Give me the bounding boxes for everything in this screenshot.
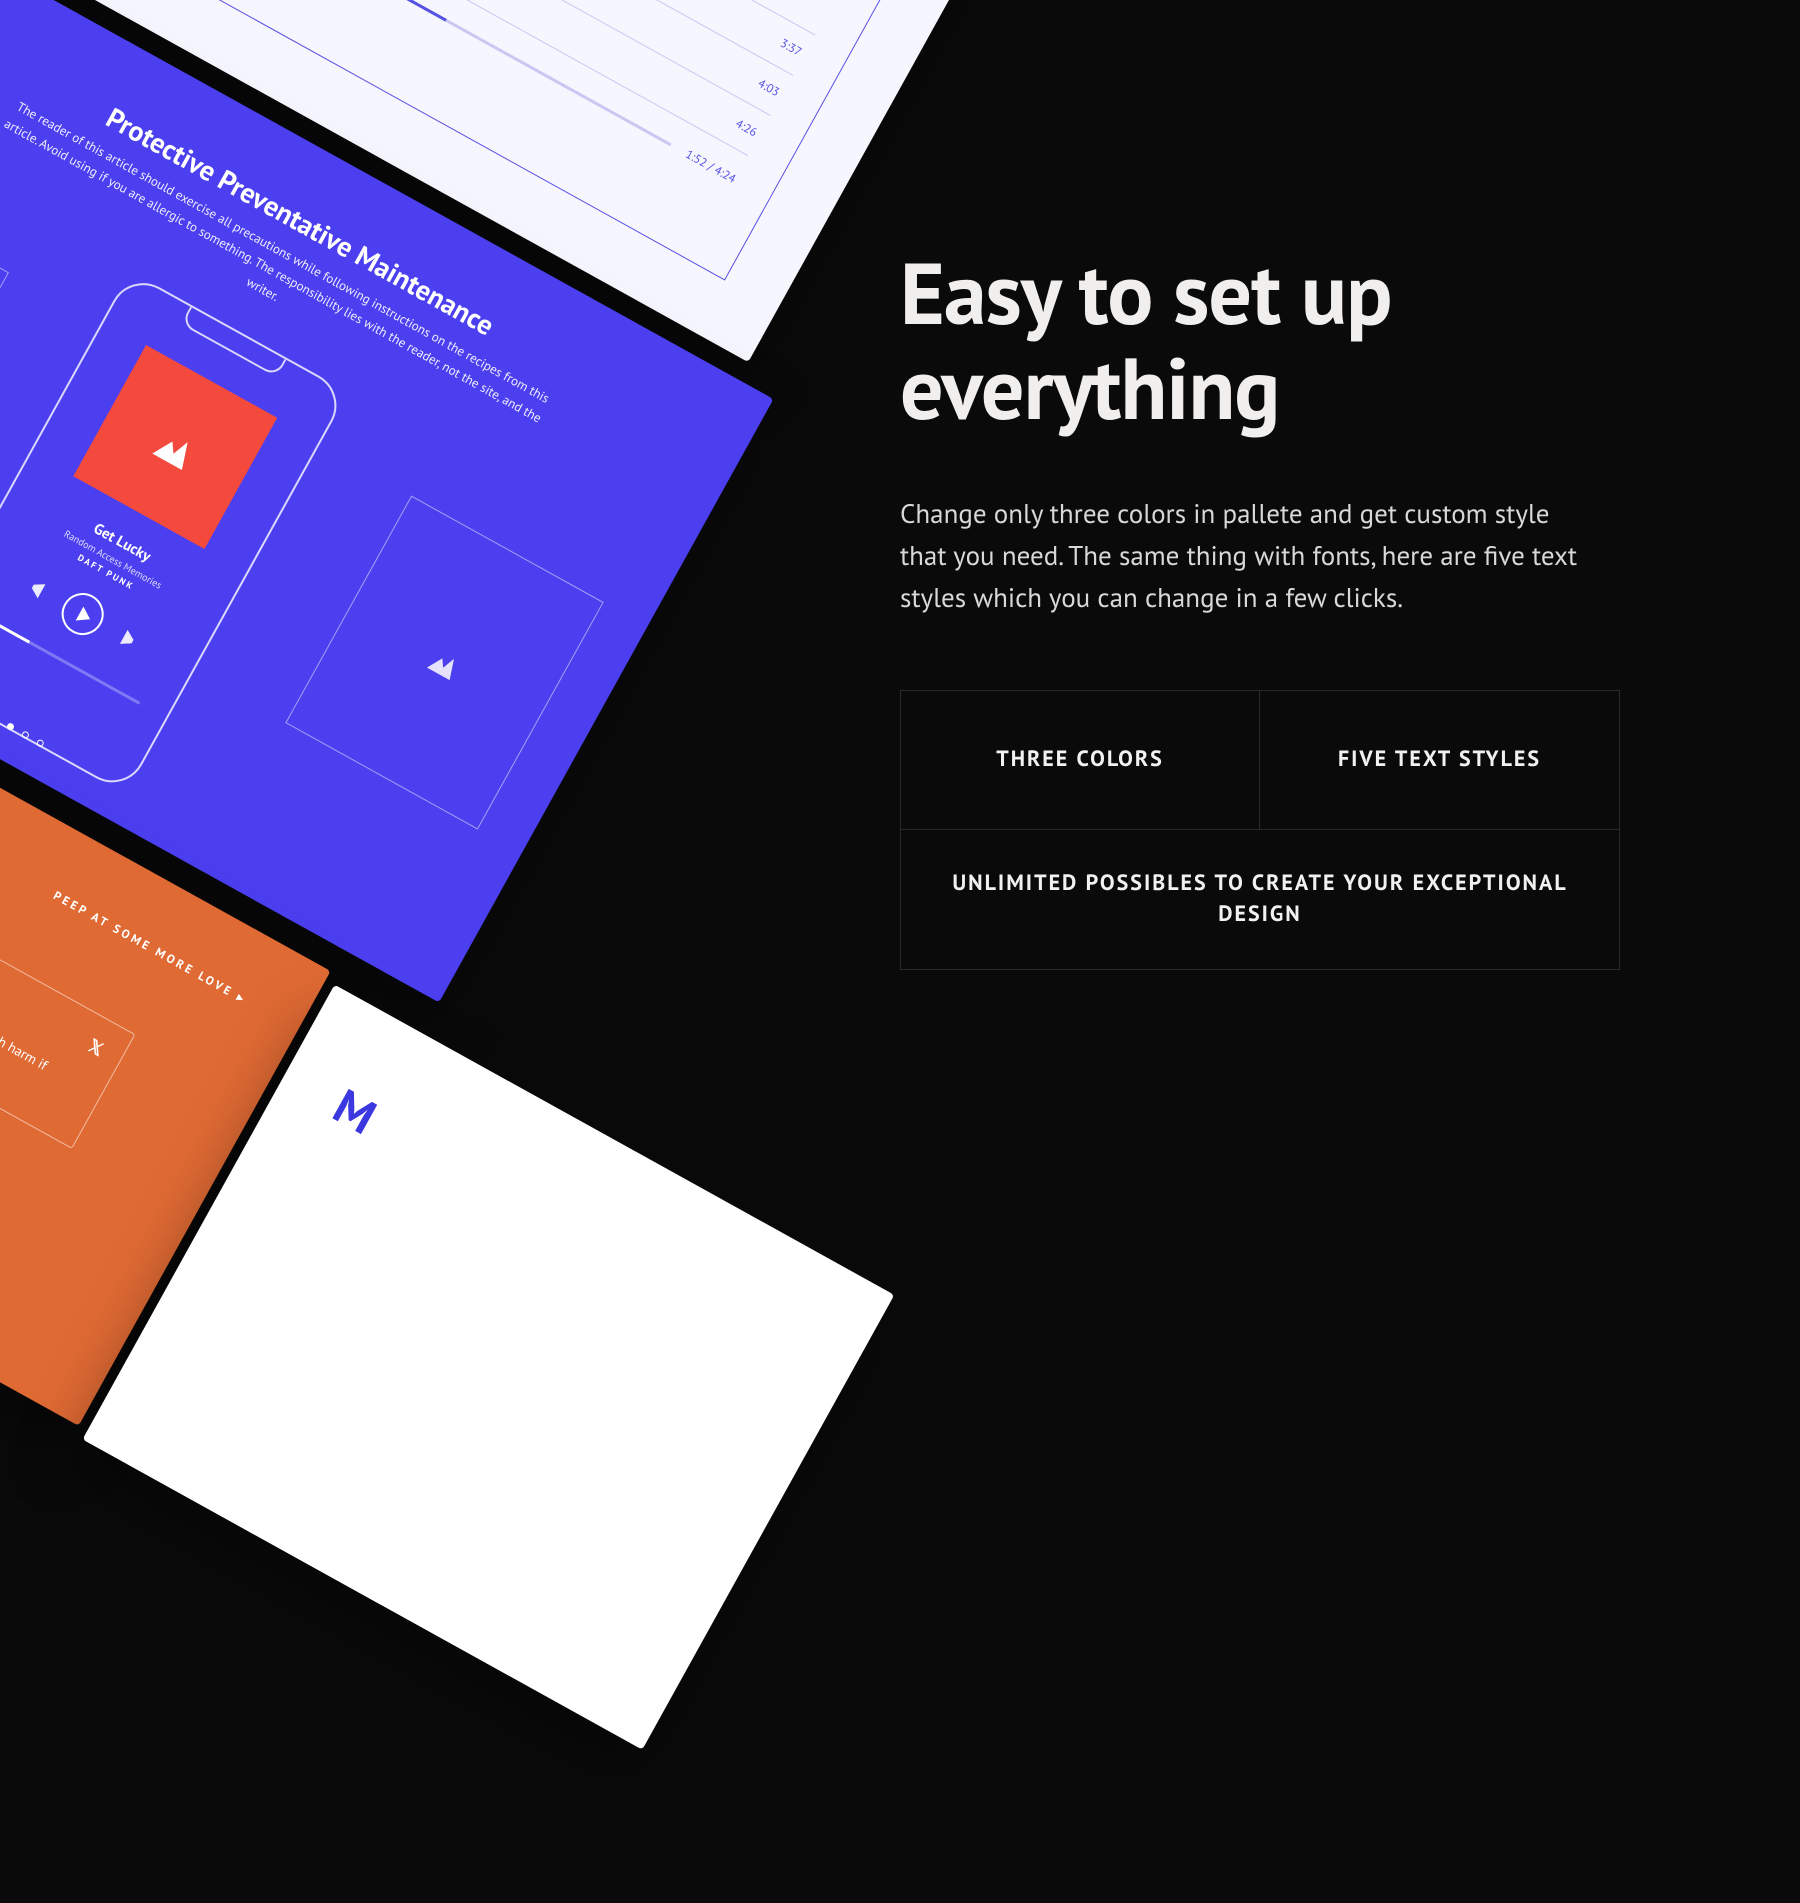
track-duration: 3:37 bbox=[777, 36, 804, 60]
side-card-right bbox=[285, 496, 603, 830]
twitter-icon: 𝕏 bbox=[84, 1034, 108, 1061]
album-cover bbox=[73, 345, 277, 549]
track-duration: 4:03 bbox=[755, 76, 782, 100]
feature-five-text-styles: FIVE TEXT STYLES bbox=[1260, 690, 1620, 830]
track-duration: 4:26 bbox=[733, 116, 760, 140]
next-icon bbox=[120, 630, 142, 652]
testimonial-body: This condition may not cause too much ha… bbox=[0, 921, 82, 1112]
image-icon bbox=[427, 645, 462, 680]
phone-notch bbox=[180, 307, 286, 378]
prev-icon bbox=[24, 576, 46, 598]
side-card-left bbox=[0, 166, 9, 500]
peep-link: PEEP AT SOME MORE LOVE bbox=[51, 888, 250, 1007]
peek-initial: M bbox=[323, 1075, 387, 1148]
play-icon bbox=[54, 585, 111, 642]
image-icon bbox=[152, 424, 198, 470]
